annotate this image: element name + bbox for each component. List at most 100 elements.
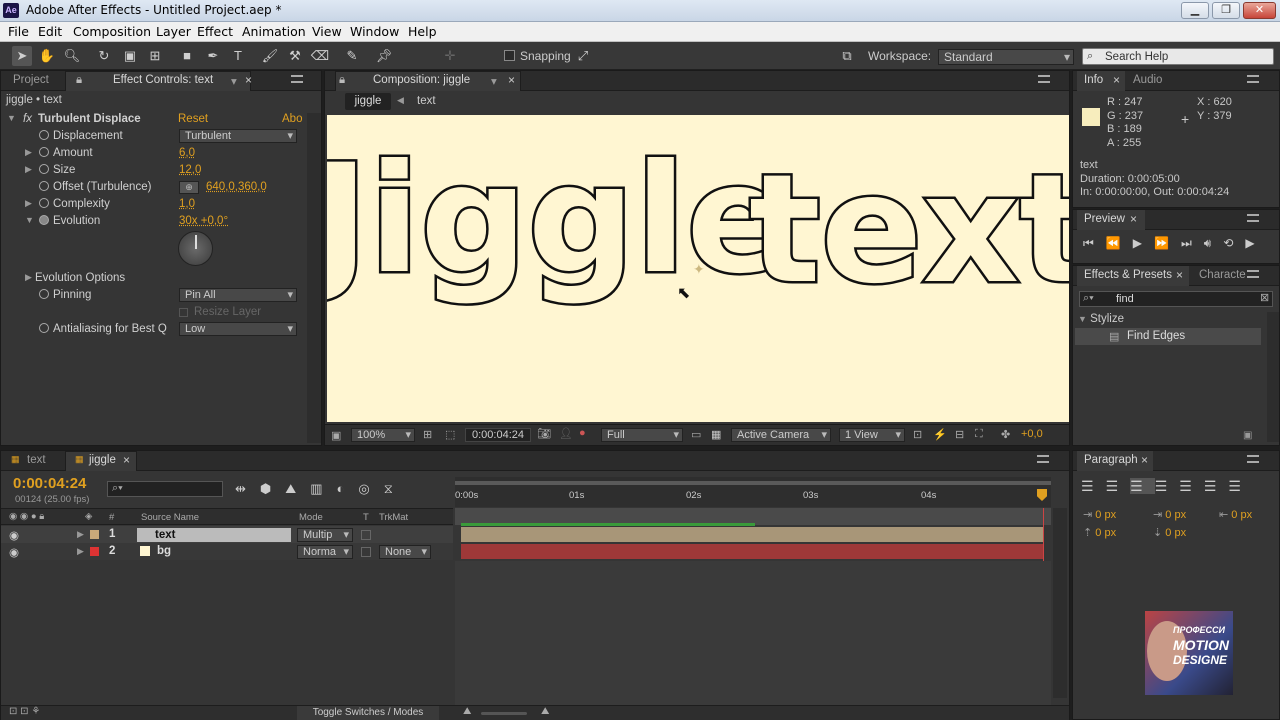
align-right-icon[interactable]: ☰ <box>1130 478 1155 494</box>
always-preview-icon[interactable]: ▣ <box>331 429 341 442</box>
camera-tool-icon[interactable]: ▣ <box>120 46 140 66</box>
expand-triangle-icon[interactable]: ▶ <box>77 529 84 540</box>
column-trkmat[interactable]: TrkMat <box>379 512 408 523</box>
channel-rgb-icon[interactable]: ● <box>579 427 586 439</box>
fast-previews-icon[interactable]: ⚡ <box>933 428 947 441</box>
menu-animation[interactable]: Animation <box>242 24 306 39</box>
tab-dropdown-icon[interactable]: ▾ <box>231 74 237 88</box>
align-center-icon[interactable]: ☰ <box>1106 478 1131 494</box>
snapping-checkbox[interactable] <box>504 50 515 61</box>
minimize-button[interactable]: ▁ <box>1181 2 1209 19</box>
timeline-current-time[interactable]: 0:00:04:24 <box>13 475 86 492</box>
audio-icon[interactable]: 🔊︎ <box>1204 236 1224 250</box>
time-ruler[interactable]: 0:00s 01s 02s 03s 04s <box>455 477 1051 507</box>
stopwatch-icon[interactable] <box>39 323 49 333</box>
reset-exposure-icon[interactable]: ✤ <box>1001 428 1010 441</box>
ram-preview-icon[interactable]: ▶ <box>1245 236 1266 250</box>
blend-mode-dropdown[interactable]: Norma <box>297 545 353 559</box>
resolution-dropdown[interactable]: Full <box>601 428 683 442</box>
rectangle-tool-icon[interactable]: ■ <box>177 46 197 66</box>
selection-tool-icon[interactable]: ➤ <box>12 46 32 66</box>
puppet-pin-tool-icon[interactable]: 📌︎ <box>374 46 394 66</box>
menu-effect[interactable]: Effect <box>197 24 233 39</box>
breadcrumb-jiggle[interactable]: jiggle <box>345 93 391 110</box>
frame-blending-icon[interactable]: ▥ <box>310 481 336 496</box>
stopwatch-icon[interactable] <box>39 181 49 191</box>
pan-behind-tool-icon[interactable]: ⊞ <box>145 46 165 66</box>
collapse-triangle-icon[interactable]: ▼ <box>7 113 16 123</box>
size-value[interactable]: 12,0 <box>179 164 201 176</box>
offset-value[interactable]: 640,0,360,0 <box>206 181 267 193</box>
shy-layers-icon[interactable]: ⛰ <box>285 481 310 496</box>
preserve-transparency-checkbox[interactable] <box>361 547 371 557</box>
fx-icon[interactable]: fx <box>23 113 32 125</box>
menu-composition[interactable]: Composition <box>73 24 151 39</box>
expand-triangle-icon[interactable]: ▶ <box>25 147 32 158</box>
tab-audio[interactable]: Audio <box>1133 74 1162 86</box>
previous-frame-icon[interactable]: ⏪ <box>1106 236 1133 250</box>
maximize-button[interactable]: ❐ <box>1212 2 1240 19</box>
tab-effects-presets[interactable]: Effects & Presets <box>1084 269 1172 281</box>
motion-blur-icon[interactable]: ◐ <box>336 481 358 496</box>
region-of-interest-icon[interactable]: ▭ <box>691 428 701 441</box>
composition-canvas[interactable]: Jiggle text ✦ ⬉ <box>327 115 1069 422</box>
composition-mini-flowchart-icon[interactable]: ⇹ <box>235 481 260 496</box>
stopwatch-icon[interactable] <box>39 289 49 299</box>
resize-layer-checkbox[interactable] <box>179 308 188 317</box>
justify-last-right-icon[interactable]: ☰ <box>1204 478 1229 494</box>
menu-window[interactable]: Window <box>350 24 399 39</box>
tab-effect-controls[interactable]: Effect Controls: text <box>113 74 213 86</box>
mask-visibility-icon[interactable]: ⬚ <box>445 428 455 441</box>
close-tab-icon[interactable]: × <box>1141 453 1148 467</box>
first-frame-icon[interactable]: ⏮ <box>1083 236 1106 250</box>
expand-triangle-icon[interactable]: ▶ <box>25 164 32 175</box>
tab-text-comp[interactable]: text <box>27 454 46 466</box>
tab-info[interactable]: Info <box>1084 74 1103 86</box>
label-color-swatch[interactable] <box>90 530 99 539</box>
pen-tool-icon[interactable]: ✒ <box>203 46 223 66</box>
next-frame-icon[interactable]: ⏩ <box>1154 236 1181 250</box>
layer-duration-bar[interactable] <box>461 544 1043 559</box>
brush-tool-icon[interactable]: 🖌︎ <box>260 46 280 66</box>
menu-view[interactable]: View <box>312 24 342 39</box>
layer-duration-bar[interactable] <box>461 527 1043 542</box>
effects-search-input[interactable]: ⌕▾ find ⊠ <box>1079 291 1273 307</box>
stopwatch-icon[interactable] <box>39 164 49 174</box>
panel-menu-icon[interactable] <box>1038 75 1050 83</box>
reset-link[interactable]: Reset <box>178 113 208 125</box>
stopwatch-icon[interactable] <box>39 147 49 157</box>
last-frame-icon[interactable]: ⏭ <box>1181 236 1204 250</box>
view-layout-dropdown[interactable]: 1 View <box>839 428 905 442</box>
pinning-dropdown[interactable]: Pin All <box>179 288 297 302</box>
about-link[interactable]: Abo <box>282 113 302 125</box>
zoom-tool-icon[interactable]: 🔍︎ <box>62 46 82 66</box>
preserve-transparency-checkbox[interactable] <box>361 530 371 540</box>
zoom-dropdown[interactable]: 100% <box>351 428 415 442</box>
current-time-field[interactable]: 0:00:04:24 <box>465 428 531 442</box>
stopwatch-active-icon[interactable] <box>39 215 49 225</box>
tab-dropdown-icon[interactable]: ▾ <box>491 74 497 88</box>
align-left-icon[interactable]: ☰ <box>1081 478 1106 494</box>
zoom-in-icon[interactable]: ⛰ <box>541 706 549 717</box>
graph-editor-icon[interactable]: ◎ <box>358 481 383 496</box>
layer-row[interactable]: ◉ ▶ 1 text Multip <box>1 526 453 543</box>
close-window-button[interactable]: ✕ <box>1243 2 1276 19</box>
track-matte-dropdown[interactable]: None <box>379 545 431 559</box>
column-mode[interactable]: Mode <box>299 512 323 523</box>
antialiasing-dropdown[interactable]: Low <box>179 322 297 336</box>
timeline-search-input[interactable]: ⌕▾ <box>107 481 223 497</box>
zoom-out-icon[interactable]: ⛰ <box>463 706 471 717</box>
timeline-icon[interactable]: ⊟ <box>955 428 964 441</box>
justify-last-center-icon[interactable]: ☰ <box>1179 478 1204 494</box>
expand-panes-icon[interactable]: ⊡ ⊡ ⚘ <box>9 706 40 717</box>
close-tab-icon[interactable]: × <box>1130 212 1137 226</box>
tab-project[interactable]: Project <box>13 74 49 86</box>
space-before-field[interactable]: ⇡ 0 px <box>1083 526 1116 539</box>
column-source-name[interactable]: Source Name <box>141 512 199 523</box>
vertical-scrollbar[interactable] <box>307 113 321 443</box>
menu-edit[interactable]: Edit <box>38 24 62 39</box>
clone-stamp-tool-icon[interactable]: ⚒ <box>285 46 305 66</box>
expand-triangle-icon[interactable]: ▶ <box>77 546 84 557</box>
close-tab-icon[interactable]: × <box>1113 73 1120 87</box>
blend-mode-dropdown[interactable]: Multip <box>297 528 353 542</box>
